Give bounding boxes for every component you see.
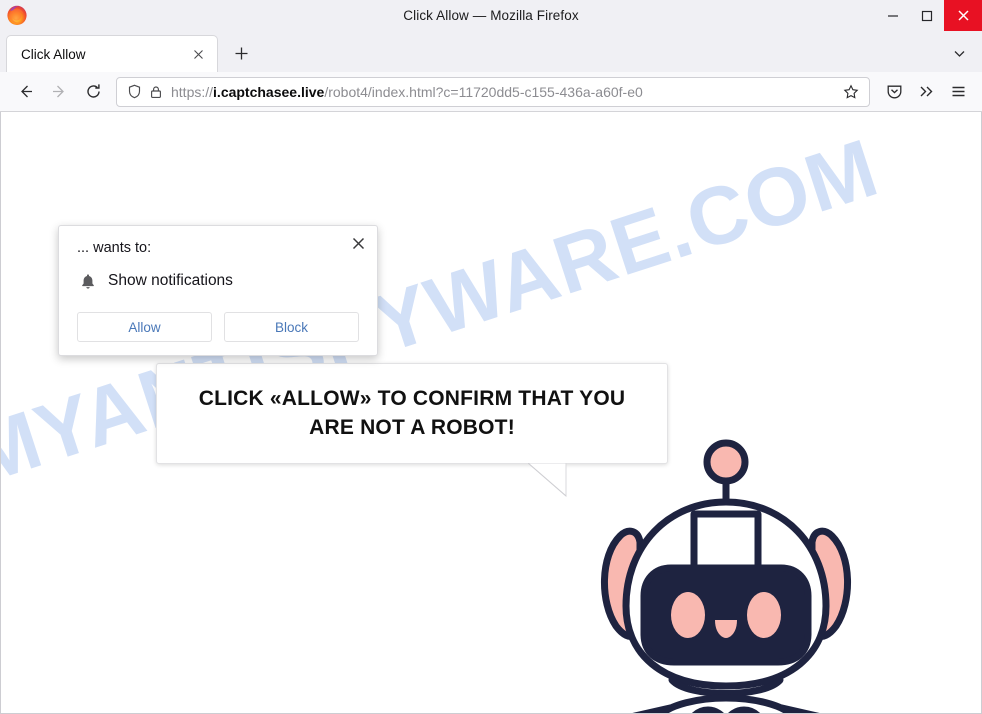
lock-icon[interactable] xyxy=(145,82,167,102)
url-scheme: https:// xyxy=(171,83,214,100)
forward-button[interactable] xyxy=(42,77,76,107)
browser-tab[interactable]: Click Allow xyxy=(6,35,218,72)
navigation-toolbar: https://i.captchasee.live/robot4/index.h… xyxy=(0,72,982,112)
browser-window: Click Allow — Mozilla Firefox Click Allo… xyxy=(0,0,982,714)
robot-left-cheek xyxy=(671,592,705,638)
back-button[interactable] xyxy=(8,77,42,107)
close-window-button[interactable] xyxy=(944,0,982,31)
url-bar[interactable]: https://i.captchasee.live/robot4/index.h… xyxy=(116,76,870,107)
window-title: Click Allow — Mozilla Firefox xyxy=(403,8,579,23)
robot-right-cheek xyxy=(747,592,781,638)
window-controls xyxy=(876,0,982,31)
popup-request-label: Show notifications xyxy=(108,272,233,289)
list-all-tabs-icon[interactable] xyxy=(948,42,970,64)
allow-button[interactable]: Allow xyxy=(77,312,212,342)
hamburger-menu-icon[interactable] xyxy=(942,77,974,107)
tab-title: Click Allow xyxy=(21,46,86,62)
minimize-button[interactable] xyxy=(876,0,910,31)
notification-permission-popup: ... wants to: Show notifications Allow B… xyxy=(58,225,378,356)
url-text[interactable]: https://i.captchasee.live/robot4/index.h… xyxy=(171,82,839,102)
reload-button[interactable] xyxy=(76,77,110,107)
star-icon[interactable] xyxy=(839,81,863,103)
url-subdomain: i. xyxy=(213,83,221,100)
tab-strip: Click Allow xyxy=(0,31,982,72)
title-bar: Click Allow — Mozilla Firefox xyxy=(0,0,982,31)
shield-icon[interactable] xyxy=(123,82,145,102)
url-host: captchasee.live xyxy=(220,83,325,100)
bubble-tail xyxy=(528,463,567,497)
maximize-button[interactable] xyxy=(910,0,944,31)
popup-origin-text: ... wants to: xyxy=(77,240,152,256)
url-path: /robot4/index.html?c=11720dd5-c155-436a-… xyxy=(324,83,643,100)
new-tab-button[interactable] xyxy=(226,38,256,68)
popup-close-icon[interactable] xyxy=(347,232,369,254)
page-content: MYANTISPYWARE.COM CLICK «ALLOW» TO CONFI… xyxy=(0,112,982,714)
tab-close-icon[interactable] xyxy=(187,43,209,65)
robot-mascot xyxy=(600,439,852,713)
double-chevron-icon[interactable] xyxy=(910,77,942,107)
popup-request-row: Show notifications xyxy=(77,270,233,292)
popup-actions: Allow Block xyxy=(77,312,359,342)
pocket-icon[interactable] xyxy=(878,77,910,107)
bell-icon xyxy=(77,270,99,292)
block-button[interactable]: Block xyxy=(224,312,359,342)
